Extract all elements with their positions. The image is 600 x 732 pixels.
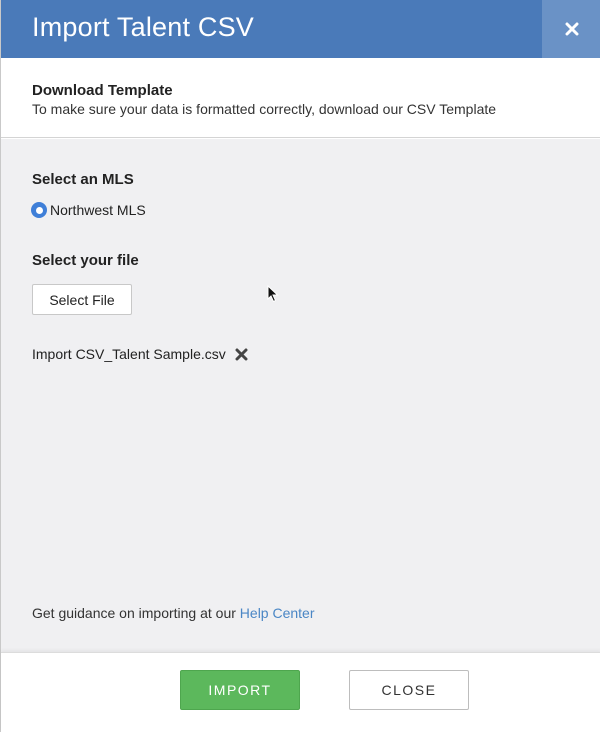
selected-file: Import CSV_Talent Sample.csv [32, 346, 248, 362]
mls-option-northwest[interactable]: Northwest MLS [31, 202, 146, 218]
remove-file-icon[interactable] [235, 348, 248, 361]
mls-label: Select an MLS [32, 171, 134, 188]
selected-file-name: Import CSV_Talent Sample.csv [32, 346, 226, 362]
guidance-prefix: Get guidance on importing at our [32, 605, 240, 621]
radio-selected-icon[interactable] [31, 202, 47, 218]
dialog-header: Import Talent CSV [1, 0, 600, 58]
download-template-section[interactable]: Download Template To make sure your data… [1, 58, 600, 138]
select-file-button[interactable]: Select File [32, 284, 132, 315]
download-template-description: To make sure your data is formatted corr… [32, 101, 497, 117]
import-button[interactable]: IMPORT [180, 670, 300, 710]
dialog-close-button[interactable] [542, 0, 600, 58]
guidance-text: Get guidance on importing at our Help Ce… [32, 605, 315, 621]
file-label: Select your file [32, 252, 139, 269]
close-button[interactable]: CLOSE [349, 670, 469, 710]
close-icon [565, 22, 578, 36]
import-form: Select an MLS Northwest MLS Select your … [1, 139, 600, 652]
import-talent-dialog: Import Talent CSV Download Template To m… [0, 0, 600, 732]
mls-option-label: Northwest MLS [50, 202, 146, 218]
download-template-title: Download Template [32, 82, 173, 99]
mouse-pointer-icon [267, 285, 279, 303]
dialog-footer: IMPORT CLOSE [1, 652, 600, 732]
dialog-title: Import Talent CSV [32, 12, 254, 42]
help-center-link[interactable]: Help Center [240, 605, 315, 621]
